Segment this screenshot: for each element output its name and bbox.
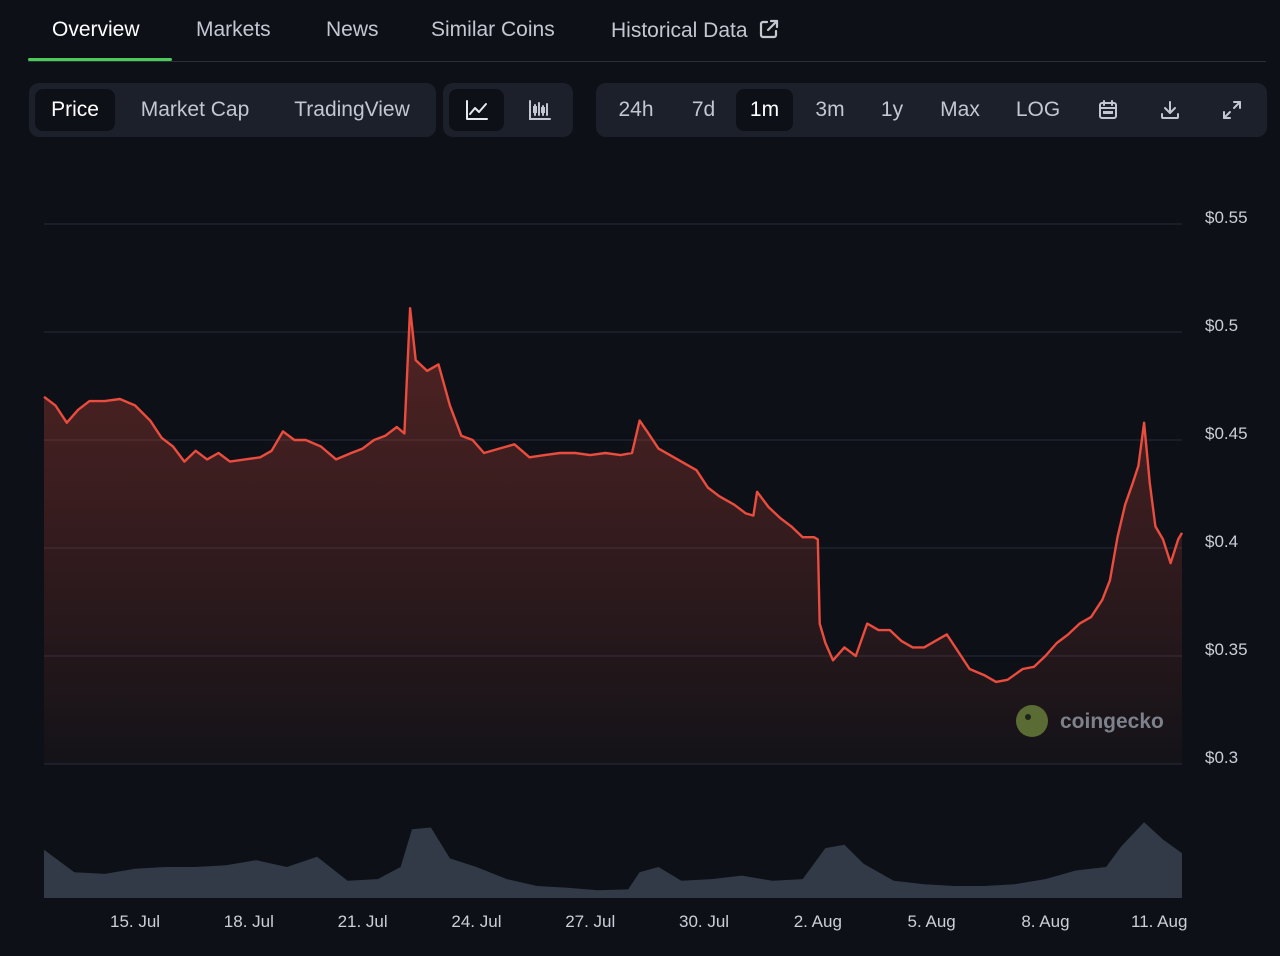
- y-axis-tick-label: $0.4: [1205, 532, 1238, 551]
- x-axis-tick-label: 15. Jul: [110, 912, 160, 931]
- y-axis-tick-label: $0.45: [1205, 424, 1248, 443]
- coingecko-watermark: coingecko: [1016, 705, 1164, 737]
- y-axis-tick-label: $0.5: [1205, 316, 1238, 335]
- volume-area: [44, 822, 1182, 898]
- x-axis-tick-label: 21. Jul: [338, 912, 388, 931]
- x-axis-tick-label: 30. Jul: [679, 912, 729, 931]
- y-axis-tick-label: $0.3: [1205, 748, 1238, 767]
- x-axis-tick-label: 27. Jul: [565, 912, 615, 931]
- price-area-fill: [44, 308, 1182, 764]
- x-axis-tick-label: 5. Aug: [908, 912, 956, 931]
- x-axis-tick-label: 8. Aug: [1021, 912, 1069, 931]
- price-chart[interactable]: $0.55 $0.5 $0.45 $0.4 $0.35 $0.3 15. Jul 18. J…: [0, 0, 1280, 956]
- gecko-eye-icon: [1025, 714, 1031, 720]
- y-axis-tick-label: $0.55: [1205, 208, 1248, 227]
- x-axis-tick-label: 18. Jul: [224, 912, 274, 931]
- x-axis-tick-label: 24. Jul: [451, 912, 501, 931]
- gecko-logo-icon: [1016, 705, 1048, 737]
- x-axis-tick-label: 11. Aug: [1131, 912, 1187, 931]
- watermark-text: coingecko: [1060, 710, 1164, 733]
- y-axis-tick-label: $0.35: [1205, 640, 1248, 659]
- x-axis-tick-label: 2. Aug: [794, 912, 842, 931]
